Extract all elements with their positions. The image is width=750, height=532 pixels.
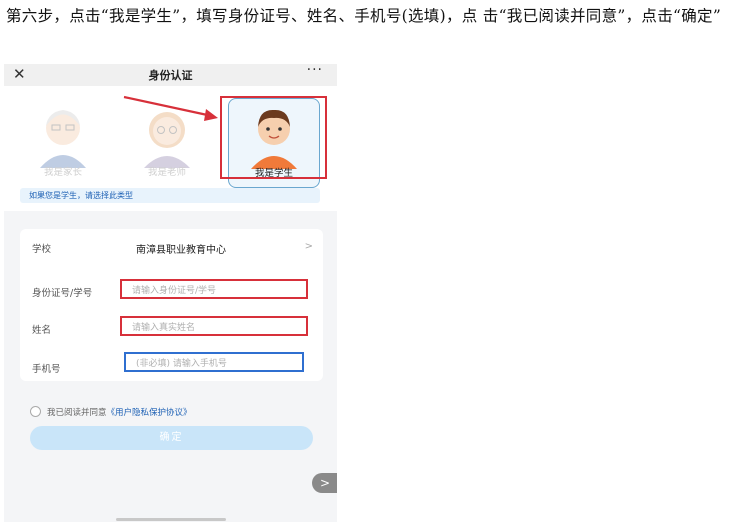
role-hint: 如果您是学生，请选择此类型 [20, 188, 320, 203]
highlight-box-student [220, 96, 327, 179]
agree-text: 我已阅读并同意 [47, 408, 107, 418]
name-label: 姓名 [32, 325, 52, 336]
phone-input[interactable]: (非必填) 请输入手机号 [124, 352, 304, 372]
phone-screenshot: ✕ 身份认证 ··· 我是家长 我是老师 我是学生 如果您是学生，请选择此类型 … [4, 64, 337, 522]
title-bar: ✕ 身份认证 ··· [4, 64, 337, 86]
more-options-icon[interactable]: ··· [307, 64, 323, 78]
name-input[interactable]: 请输入真实姓名 [120, 316, 308, 336]
role-label: 我是老师 [147, 167, 186, 178]
chevron-right-icon[interactable]: > [305, 241, 313, 252]
identity-form: 学校 南漳县职业教育中心 > 身份证号/学号 请输入身份证号/学号 姓名 请输入… [20, 229, 323, 381]
agreement-row[interactable]: 我已阅读并同意《用户隐私保护协议》 [30, 406, 192, 418]
role-label: 我是家长 [43, 167, 82, 178]
home-indicator [116, 518, 226, 521]
next-arrow-button[interactable]: > [312, 473, 337, 493]
school-value[interactable]: 南漳县职业教育中心 [136, 241, 226, 256]
pointer-arrow-icon [123, 95, 218, 121]
privacy-policy-link[interactable]: 《用户隐私保护协议》 [107, 408, 192, 418]
role-card-parent[interactable]: 我是家长 [18, 98, 108, 186]
parent-avatar-icon [40, 110, 86, 168]
school-label: 学校 [32, 244, 52, 255]
phone-label: 手机号 [32, 364, 61, 375]
page-title: 身份认证 [148, 69, 193, 82]
agree-radio[interactable] [30, 406, 41, 417]
instruction-text: 第六步，点击“我是学生”，填写身份证号、姓名、手机号(选填)，点 击“我已阅读并… [6, 7, 722, 25]
id-number-input[interactable]: 请输入身份证号/学号 [120, 279, 308, 299]
id-number-label: 身份证号/学号 [32, 288, 93, 299]
confirm-button[interactable]: 确定 [30, 426, 313, 450]
